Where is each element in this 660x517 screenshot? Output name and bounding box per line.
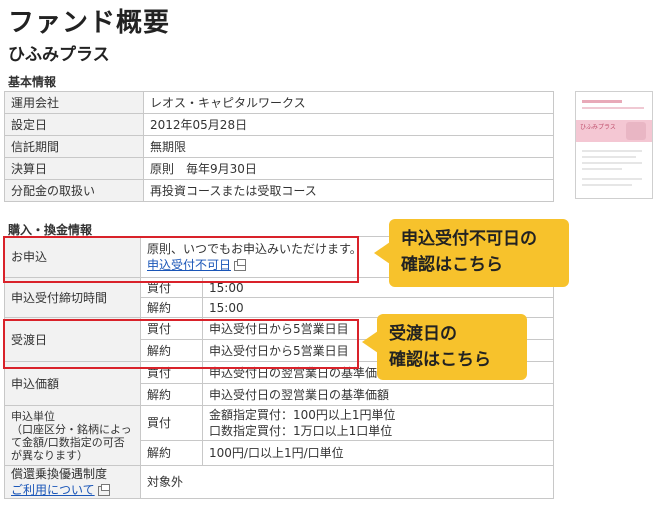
delivery-highlight-box [3,319,359,369]
basic-info-heading: 基本情報 [8,75,57,89]
prospectus-thumbnail[interactable]: ひふみプラス [575,91,653,199]
apply-highlight-box [3,236,359,283]
priority-label: 償還乗換優遇制度 [11,467,108,481]
thumbnail-title: ひふみプラス [580,124,616,131]
table-row: 決算日 原則 毎年9月30日 [4,157,554,180]
delivery-callout: 受渡日の 確認はこちら [377,314,527,380]
unit-buy-amount: 金額指定買付：100円以上1円単位 [209,408,396,422]
row-value: レオス・キャピタルワークス [143,91,554,114]
unit-buy-units: 口数指定買付：1万口以上1口単位 [209,424,393,438]
table-row: 申込単位 （口座区分・銘柄によって金額/口数指定の可否が異なります） 買付 金額… [4,405,554,466]
thumbnail-text-line [582,178,642,180]
thumbnail-header-bar [582,100,622,103]
row-label: 運用会社 [4,91,144,114]
non-acceptance-callout: 申込受付不可日の 確認はこちら [389,219,569,287]
price-sell-value: 申込受付日の翌営業日の基準価額 [202,383,554,406]
table-row: 償還乗換優遇制度 ご利用について 対象外 [4,465,554,499]
table-row: 分配金の取扱い 再投資コースまたは受取コース [4,179,554,202]
row-value: 無期限 [143,135,554,158]
usage-link[interactable]: ご利用について [11,483,95,497]
priority-label-cell: 償還乗換優遇制度 ご利用について [4,465,141,499]
row-label: 決算日 [4,157,144,180]
row-value: 再投資コースまたは受取コース [143,179,554,202]
unit-label: 申込単位 （口座区分・銘柄によって金額/口数指定の可否が異なります） [4,405,141,466]
thumbnail-text-line [582,168,622,170]
row-label: 設定日 [4,113,144,136]
table-row: 設定日 2012年05月28日 [4,113,554,136]
table-row: 信託期間 無期限 [4,135,554,158]
unit-buy-value: 金額指定買付：100円以上1円単位 口数指定買付：1万口以上1口単位 [202,405,554,441]
unit-sell-label: 解約 [140,440,203,466]
thumbnail-text-line [582,156,636,158]
row-label: 信託期間 [4,135,144,158]
price-sell-label: 解約 [140,383,203,406]
thumbnail-text-line [582,184,632,186]
thumbnail-text-line [582,162,642,164]
fund-name: ひふみプラス [8,45,110,65]
basic-info-table: 運用会社 レオス・キャピタルワークス 設定日 2012年05月28日 信託期間 … [4,91,554,202]
thumbnail-figure [626,122,646,140]
cutoff-sell-label: 解約 [140,297,203,318]
thumbnail-text-line [582,150,642,152]
cutoff-label: 申込受付締切時間 [4,277,141,318]
table-row: 運用会社 レオス・キャピタルワークス [4,91,554,114]
thumbnail-subheader-bar [582,107,644,109]
page-title: ファンド概要 [8,8,171,38]
row-label: 分配金の取扱い [4,179,144,202]
external-link-icon [97,483,110,496]
row-value: 2012年05月28日 [143,113,554,136]
unit-sell-value: 100円/口以上1円/口単位 [202,440,554,466]
unit-buy-label: 買付 [140,405,203,441]
callout-arrow [362,331,378,353]
priority-value: 対象外 [140,465,554,499]
row-value: 原則 毎年9月30日 [143,157,554,180]
callout-arrow [374,242,390,264]
